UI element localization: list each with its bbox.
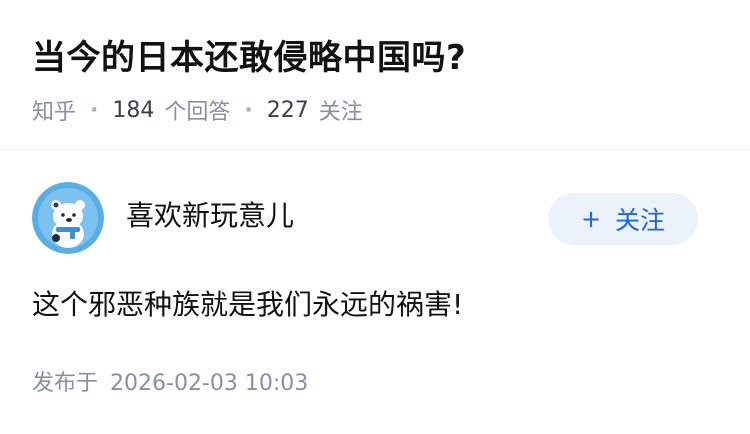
follow-button[interactable]: + 关注	[548, 193, 698, 245]
follow-count: 227	[266, 97, 309, 123]
publish-label: 发布于	[32, 371, 99, 396]
question-title[interactable]: 当今的日本还敢侵略中国吗?	[32, 30, 466, 86]
question-meta: 知乎 · 184 个回答 · 227 关注	[32, 92, 363, 128]
answer-content[interactable]: 这个邪恶种族就是我们永远的祸害!	[32, 282, 463, 328]
publish-info: 发布于 2026-02-03 10:03	[32, 364, 308, 404]
answer-count: 184	[112, 97, 155, 123]
follow-count-label[interactable]: 关注	[319, 94, 363, 126]
meta-separator: ·	[90, 97, 99, 123]
answer-count-label[interactable]: 个回答	[164, 94, 230, 126]
follow-button-label: 关注	[615, 206, 666, 235]
question-header: 当今的日本还敢侵略中国吗? 知乎 · 184 个回答 · 227 关注	[0, 0, 750, 150]
publish-time: 2026-02-03 10:03	[110, 371, 309, 396]
answer-author-row: 喜欢新玩意儿 + 关注	[32, 182, 718, 258]
avatar[interactable]	[32, 182, 104, 254]
meta-separator: ·	[244, 97, 253, 123]
source-label[interactable]: 知乎	[32, 94, 76, 126]
author-name[interactable]: 喜欢新玩意儿	[126, 196, 294, 236]
avatar-bear-icon	[32, 182, 104, 254]
plus-icon: +	[580, 205, 602, 233]
